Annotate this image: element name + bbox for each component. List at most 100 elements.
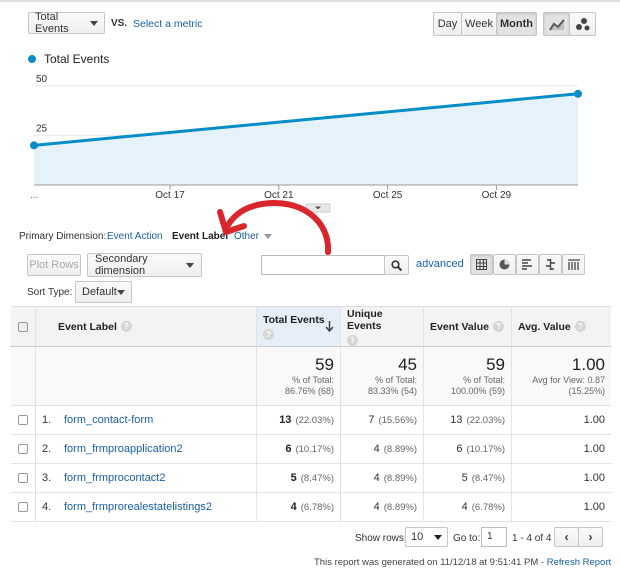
refresh-report-link[interactable]: Refresh Report xyxy=(547,557,611,568)
grid-icon xyxy=(476,259,487,270)
row-select-cell xyxy=(11,493,35,521)
show-rows-select[interactable]: 10 xyxy=(405,527,448,547)
col-unique-events[interactable]: Unique Events? xyxy=(340,307,423,346)
metric-dropdown[interactable]: Total Events xyxy=(28,11,105,35)
goto-label: Go to: xyxy=(453,533,481,544)
col-event-label[interactable]: Event Label? xyxy=(35,307,256,346)
totals-label-cell xyxy=(35,347,256,405)
col-total-events-text: Total Events xyxy=(263,313,325,326)
col-unique-events-text: Unique Events xyxy=(347,307,383,332)
chevron-down-icon xyxy=(90,20,98,26)
view-pie-button[interactable] xyxy=(493,254,516,275)
total-line2: 83.33% (54) xyxy=(367,386,417,396)
row-label-link[interactable]: form_frmprocontact2 xyxy=(64,472,165,484)
row-select-cell xyxy=(11,464,35,492)
help-icon[interactable]: ? xyxy=(574,321,586,332)
view-performance-button[interactable] xyxy=(516,254,539,275)
total-line1: % of Total: xyxy=(292,375,334,385)
x-tick-ellipsis: ... xyxy=(30,190,38,201)
chevron-right-icon: › xyxy=(588,530,593,544)
prev-page-button[interactable]: ‹ xyxy=(554,527,579,547)
chevron-left-icon: ‹ xyxy=(564,530,569,544)
row-label-link[interactable]: form_contact-form xyxy=(64,414,153,426)
next-page-button[interactable]: › xyxy=(578,527,603,547)
line-chart-icon xyxy=(548,18,565,31)
row-avg-cell: 1.00 xyxy=(511,406,611,434)
row-checkbox[interactable] xyxy=(18,502,28,512)
bars-icon xyxy=(522,259,532,270)
plot-rows-button[interactable]: Plot Rows xyxy=(27,254,81,276)
row-value-pct: (10.17%) xyxy=(466,443,505,455)
total-line1: Avg for View: 0.87 xyxy=(532,375,605,385)
series-area xyxy=(34,93,578,185)
col-total-events[interactable]: Total Events? xyxy=(256,307,340,346)
table-row: 3. form_frmprocontact2 5 (8.47%) 4 (8.89%) … xyxy=(11,464,611,493)
row-unique-pct: (8.89%) xyxy=(383,443,417,455)
col-event-value[interactable]: Event Value? xyxy=(423,307,511,346)
col-avg-value[interactable]: Avg. Value? xyxy=(511,307,611,346)
total-value: 1.00 xyxy=(571,355,605,374)
legend-label: Total Events xyxy=(44,52,110,66)
top-divider xyxy=(0,0,620,2)
secondary-dimension-label: Secondary dimension xyxy=(95,253,148,277)
line-chart-toggle[interactable] xyxy=(543,12,570,36)
help-icon[interactable]: ? xyxy=(347,334,358,346)
period-day-button[interactable]: Day xyxy=(433,12,462,36)
view-switcher xyxy=(470,254,585,275)
row-total-pct: (22.03%) xyxy=(295,414,334,426)
view-pivot-button[interactable] xyxy=(562,254,585,275)
sort-type-dropdown[interactable]: Default xyxy=(75,281,132,303)
row-checkbox[interactable] xyxy=(18,415,28,425)
primary-dimension-label: Primary Dimension: xyxy=(19,231,107,242)
row-value-cell: 4 (6.78%) xyxy=(423,493,511,521)
select-all-checkbox[interactable] xyxy=(18,321,28,332)
row-unique: 4 xyxy=(373,472,380,484)
chart-legend: Total Events xyxy=(28,52,109,66)
row-checkbox[interactable] xyxy=(18,444,28,454)
row-value-pct: (8.47%) xyxy=(471,472,505,484)
row-avg: 1.00 xyxy=(583,501,605,513)
legend-dot-icon xyxy=(28,55,36,63)
table-search-input[interactable] xyxy=(261,255,385,275)
row-avg-cell: 1.00 xyxy=(511,493,611,521)
row-checkbox[interactable] xyxy=(18,473,28,483)
sort-type-value: Default xyxy=(82,286,117,298)
row-total-cell: 6 (10.17%) xyxy=(256,435,340,463)
row-unique-cell: 4 (8.89%) xyxy=(340,493,423,521)
dimension-event-action[interactable]: Event Action xyxy=(107,231,163,242)
report-footer: This report was generated on 11/12/18 at… xyxy=(314,557,611,568)
chevron-down-icon xyxy=(434,534,442,540)
chevron-down-icon xyxy=(117,289,125,295)
annotation-arrow xyxy=(217,200,332,255)
row-value-pct: (22.03%) xyxy=(466,414,505,426)
secondary-dimension-dropdown[interactable]: Secondary dimension xyxy=(87,253,202,277)
row-label-link[interactable]: form_frmprorealestatelistings2 xyxy=(64,501,212,513)
view-comparison-button[interactable] xyxy=(539,254,562,275)
y-tick-label: 50 xyxy=(36,74,48,85)
series-point xyxy=(574,89,582,98)
advanced-link[interactable]: advanced xyxy=(416,258,464,270)
help-icon[interactable]: ? xyxy=(120,321,132,332)
data-table: Event Label? Total Events? Unique Events… xyxy=(11,306,611,522)
motion-chart-toggle[interactable] xyxy=(569,12,596,36)
help-icon[interactable]: ? xyxy=(492,321,504,332)
select-metric-link[interactable]: Select a metric xyxy=(133,18,202,30)
goto-input[interactable]: 1 xyxy=(481,527,507,547)
search-button[interactable] xyxy=(384,255,409,275)
pivot-icon xyxy=(567,259,580,270)
vs-label: VS. xyxy=(111,18,128,29)
period-month-button[interactable]: Month xyxy=(496,12,537,36)
view-table-button[interactable] xyxy=(470,254,493,275)
row-label-link[interactable]: form_frmproapplication2 xyxy=(64,443,183,455)
metric-dropdown-value: Total Events xyxy=(35,11,69,35)
row-avg-cell: 1.00 xyxy=(511,435,611,463)
row-label-cell: 2. form_frmproapplication2 xyxy=(35,435,256,463)
row-total-cell: 13 (22.03%) xyxy=(256,406,340,434)
help-icon[interactable]: ? xyxy=(263,328,274,340)
row-unique-cell: 4 (8.89%) xyxy=(340,435,423,463)
row-total-pct: (6.78%) xyxy=(300,501,334,513)
row-index: 4. xyxy=(42,501,52,513)
row-label-cell: 4. form_frmprorealestatelistings2 xyxy=(35,493,256,521)
period-week-button[interactable]: Week xyxy=(461,12,497,36)
chevron-down-icon xyxy=(186,262,194,268)
